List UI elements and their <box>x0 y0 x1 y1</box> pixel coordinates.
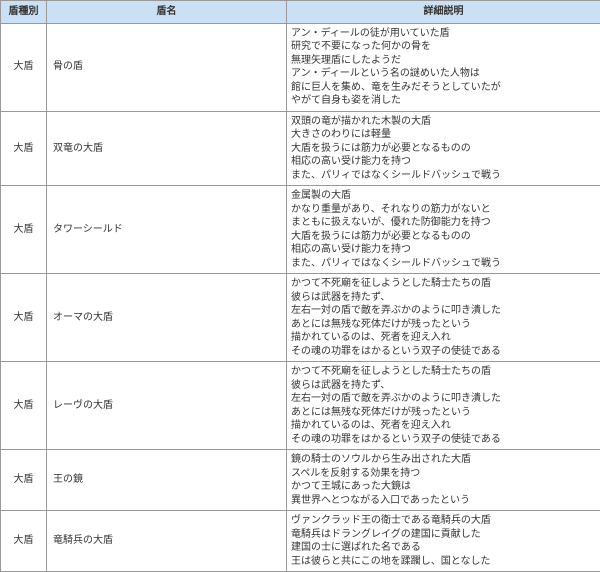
cell-desc: かつて不死廟を征しようとした騎士たちの盾彼らは武器を持たず、左右一対の盾で敵を弄… <box>287 362 600 450</box>
shield-table: 盾種別 盾名 詳細説明 大盾骨の盾アン・ディールの徒が用いていた盾研究で不要にな… <box>0 0 600 572</box>
cell-category: 大盾 <box>1 111 47 186</box>
desc-line: かつて不死廟を征しようとした騎士たちの盾 <box>291 365 596 379</box>
cell-name: 双竜の大盾 <box>47 111 287 186</box>
desc-line: かつて王城にあった大鏡は <box>291 480 596 494</box>
table-row: 大盾オーマの大盾かつて不死廟を征しようとした騎士たちの盾彼らは武器を持たず、左右… <box>1 274 600 362</box>
desc-line: あとには無残な死体だけが残ったという <box>291 406 596 420</box>
desc-line: 描かれているのは、死者を迎え入れ <box>291 331 596 345</box>
desc-line: 左右一対の盾で敵を弄ぶかのように叩き潰した <box>291 304 596 318</box>
desc-line: かつて不死廟を征しようとした騎士たちの盾 <box>291 277 596 291</box>
cell-name: レーヴの大盾 <box>47 362 287 450</box>
cell-category: 大盾 <box>1 450 47 511</box>
desc-line: 無理矢理盾にしたようだ <box>291 54 596 68</box>
desc-line: 描かれているのは、死者を迎え入れ <box>291 419 596 433</box>
cell-category: 大盾 <box>1 274 47 362</box>
desc-line: 相応の高い受け能力を持つ <box>291 155 596 169</box>
desc-line: 鏡の騎士のソウルから生み出された大盾 <box>291 453 596 467</box>
cell-desc: アン・ディールの徒が用いていた盾研究で不要になった何かの骨を無理矢理盾にしたよう… <box>287 23 600 111</box>
desc-line: 館に巨人を集め、竜を生みだそうとしていたが <box>291 81 596 95</box>
desc-line: 大盾を扱うには筋力が必要となるものの <box>291 142 596 156</box>
desc-line: 相応の高い受け能力を持つ <box>291 243 596 257</box>
desc-line: 大盾を扱うには筋力が必要となるものの <box>291 230 596 244</box>
desc-line: やがて自身も姿を消した <box>291 94 596 108</box>
cell-name: 骨の盾 <box>47 23 287 111</box>
desc-line: また、パリィではなくシールドバッシュで戦う <box>291 257 596 271</box>
desc-line: 異世界へとつながる入口であったという <box>291 494 596 508</box>
desc-line: 金属製の大盾 <box>291 189 596 203</box>
desc-line: ヴァンクラッド王の衛士である竜騎兵の大盾 <box>291 514 596 528</box>
cell-name: タワーシールド <box>47 186 287 274</box>
header-desc: 詳細説明 <box>287 1 600 24</box>
cell-desc: 鏡の騎士のソウルから生み出された大盾スペルを反射する効果を持つかつて王城にあった… <box>287 450 600 511</box>
cell-name: 竜騎兵の大盾 <box>47 511 287 572</box>
cell-category: 大盾 <box>1 23 47 111</box>
table-row: 大盾レーヴの大盾かつて不死廟を征しようとした騎士たちの盾彼らは武器を持たず、左右… <box>1 362 600 450</box>
header-category: 盾種別 <box>1 1 47 24</box>
table-row: 大盾タワーシールド金属製の大盾かなり重量があり、それなりの筋力がないとまともに扱… <box>1 186 600 274</box>
cell-category: 大盾 <box>1 362 47 450</box>
desc-line: 研究で不要になった何かの骨を <box>291 40 596 54</box>
cell-category: 大盾 <box>1 511 47 572</box>
cell-desc: 金属製の大盾かなり重量があり、それなりの筋力がないとまともに扱えないが、優れた防… <box>287 186 600 274</box>
desc-line: 竜騎兵はドラングレイグの建国に貢献した <box>291 528 596 542</box>
cell-name: オーマの大盾 <box>47 274 287 362</box>
desc-line: その魂の功罪をはかるという双子の使徒である <box>291 433 596 447</box>
desc-line: また、パリィではなくシールドバッシュで戦う <box>291 169 596 183</box>
desc-line: かなり重量があり、それなりの筋力がないと <box>291 203 596 217</box>
table-row: 大盾双竜の大盾双頭の竜が描かれた木製の大盾大きさのわりには軽量大盾を扱うには筋力… <box>1 111 600 186</box>
desc-line: 王は彼らと共にこの地を蹂躙し、国となした <box>291 555 596 569</box>
desc-line: その魂の功罪をはかるという双子の使徒である <box>291 345 596 359</box>
cell-name: 王の鏡 <box>47 450 287 511</box>
cell-desc: ヴァンクラッド王の衛士である竜騎兵の大盾竜騎兵はドラングレイグの建国に貢献した建… <box>287 511 600 572</box>
cell-category: 大盾 <box>1 186 47 274</box>
cell-desc: かつて不死廟を征しようとした騎士たちの盾彼らは武器を持たず、左右一対の盾で敵を弄… <box>287 274 600 362</box>
table-row: 大盾王の鏡鏡の騎士のソウルから生み出された大盾スペルを反射する効果を持つかつて王… <box>1 450 600 511</box>
desc-line: 双頭の竜が描かれた木製の大盾 <box>291 115 596 129</box>
desc-line: 彼らは武器を持たず、 <box>291 379 596 393</box>
desc-line: アン・ディールという名の謎めいた人物は <box>291 67 596 81</box>
desc-line: 彼らは武器を持たず、 <box>291 291 596 305</box>
desc-line: 建国の士に選ばれた名である <box>291 541 596 555</box>
desc-line: スペルを反射する効果を持つ <box>291 467 596 481</box>
desc-line: 大きさのわりには軽量 <box>291 128 596 142</box>
table-row: 大盾骨の盾アン・ディールの徒が用いていた盾研究で不要になった何かの骨を無理矢理盾… <box>1 23 600 111</box>
table-row: 大盾竜騎兵の大盾ヴァンクラッド王の衛士である竜騎兵の大盾竜騎兵はドラングレイグの… <box>1 511 600 572</box>
desc-line: 左右一対の盾で敵を弄ぶかのように叩き潰した <box>291 392 596 406</box>
desc-line: まともに扱えないが、優れた防御能力を持つ <box>291 216 596 230</box>
header-row: 盾種別 盾名 詳細説明 <box>1 1 600 24</box>
header-name: 盾名 <box>47 1 287 24</box>
desc-line: あとには無残な死体だけが残ったという <box>291 318 596 332</box>
cell-desc: 双頭の竜が描かれた木製の大盾大きさのわりには軽量大盾を扱うには筋力が必要となるも… <box>287 111 600 186</box>
desc-line: アン・ディールの徒が用いていた盾 <box>291 27 596 41</box>
